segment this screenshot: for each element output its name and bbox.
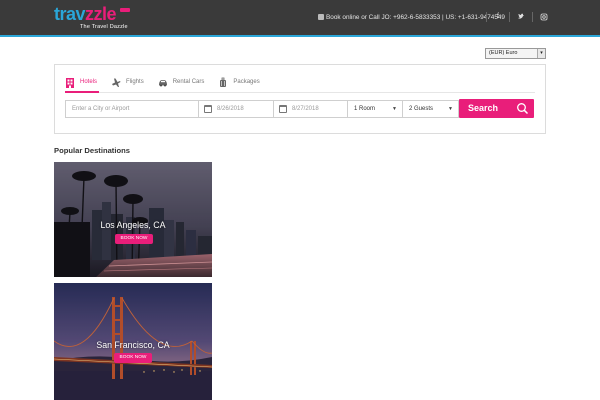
logo-tagline: The Travel Dazzle	[80, 24, 128, 30]
check-out-date-input[interactable]: 8/27/2018	[273, 100, 348, 118]
tab-label: Flights	[126, 79, 144, 85]
tab-flights[interactable]: Flights	[111, 73, 144, 91]
guests-select[interactable]: 2 Guests ▼	[402, 100, 459, 118]
divider	[486, 12, 487, 22]
tab-underline	[65, 91, 535, 93]
destination-name: Los Angeles, CA	[100, 220, 166, 230]
rooms-value: 1 Room	[354, 106, 376, 112]
tab-rental-cars[interactable]: Rental Cars	[158, 73, 205, 91]
tab-label: Hotels	[80, 79, 98, 85]
search-button[interactable]: Search	[459, 99, 534, 118]
currency-value: (EUR) Euro	[489, 50, 518, 56]
check-out-value: 8/27/2018	[292, 106, 319, 112]
instagram-icon[interactable]	[540, 12, 548, 22]
chevron-down-icon: ▼	[448, 106, 453, 112]
divider	[509, 12, 510, 22]
divider	[532, 12, 533, 22]
chevron-down-icon: ▼	[392, 106, 397, 112]
section-title: Popular Destinations	[54, 146, 130, 155]
destination-name: San Francisco, CA	[96, 340, 170, 350]
logo-wordmark: travzzle	[54, 4, 117, 24]
city-input[interactable]: Enter a City or Airport	[65, 100, 199, 118]
plane-icon	[112, 78, 121, 87]
tab-label: Packages	[233, 79, 260, 85]
destination-card-san-francisco[interactable]: San Francisco, CA BOOK NOW	[54, 283, 212, 400]
book-now-button[interactable]: BOOK NOW	[115, 234, 153, 244]
calendar-icon	[204, 105, 212, 113]
chevron-down-icon: ▾	[537, 49, 545, 58]
check-in-date-input[interactable]: 8/26/2018	[198, 100, 274, 118]
search-tabs: Hotels Flights Rental Cars Packages	[65, 73, 274, 91]
check-in-value: 8/26/2018	[217, 106, 244, 112]
twitter-icon[interactable]	[517, 12, 525, 22]
facebook-icon[interactable]: f	[494, 12, 502, 22]
car-icon	[158, 79, 167, 86]
destination-card-los-angeles[interactable]: Los Angeles, CA BOOK NOW	[54, 162, 212, 277]
contact-info: Book online or Call JO: +962-6-5833353 |…	[318, 14, 505, 21]
active-tab-indicator	[65, 91, 99, 93]
luggage-icon	[220, 77, 227, 87]
tab-hotels[interactable]: Hotels	[65, 73, 97, 91]
currency-select[interactable]: (EUR) Euro ▾	[485, 48, 546, 59]
book-now-button[interactable]: BOOK NOW	[114, 353, 152, 363]
guests-value: 2 Guests	[409, 106, 434, 112]
search-icon	[517, 103, 529, 115]
calendar-icon	[279, 105, 287, 113]
tab-packages[interactable]: Packages	[218, 73, 260, 91]
phone-icon	[318, 14, 325, 20]
top-header: travzzle The Travel Dazzle Book online o…	[0, 0, 600, 37]
site-logo[interactable]: travzzle The Travel Dazzle	[54, 4, 134, 34]
logo-accent-mark	[120, 8, 130, 12]
rooms-select[interactable]: 1 Room ▼	[347, 100, 403, 118]
hotel-icon	[66, 77, 74, 88]
search-panel: Hotels Flights Rental Cars Packages Ente…	[54, 64, 546, 134]
social-links: f	[479, 12, 548, 22]
search-button-label: Search	[468, 103, 499, 113]
tab-label: Rental Cars	[172, 79, 205, 85]
